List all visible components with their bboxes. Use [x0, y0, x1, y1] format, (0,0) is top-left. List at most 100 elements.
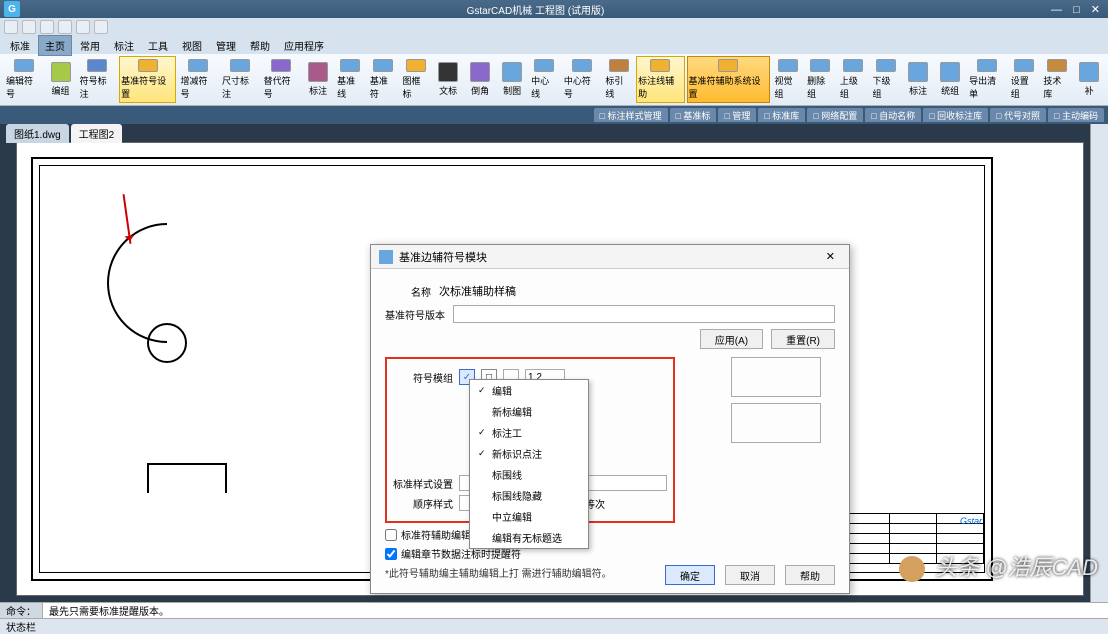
ribbon-标引线[interactable]: 标引线 [603, 56, 634, 103]
qat-open-icon[interactable] [22, 20, 36, 34]
check-icon: ✓ [478, 427, 488, 438]
filetab-图纸1.dwg[interactable]: 图纸1.dwg [6, 124, 69, 143]
ribbon-icon [14, 59, 34, 72]
ribbon-基准符[interactable]: 基准符 [368, 56, 399, 103]
ribbon-label: 标注 [309, 84, 327, 97]
menu-应用程序[interactable]: 应用程序 [278, 36, 330, 55]
ribbon-icon [810, 59, 830, 72]
subtab-主动编码[interactable]: □ 主动编码 [1048, 108, 1104, 122]
menu-主页[interactable]: 主页 [38, 35, 72, 56]
ribbon-icon [502, 62, 522, 82]
ribbon-icon [1047, 59, 1067, 72]
menu-帮助[interactable]: 帮助 [244, 36, 276, 55]
check-icon: ✓ [478, 385, 488, 396]
ribbon-中心线[interactable]: 中心线 [529, 56, 560, 103]
dropdown-item-新标编辑[interactable]: 新标编辑 [470, 401, 588, 422]
dropdown-item-编辑有无标题选[interactable]: 编辑有无标题选 [470, 527, 588, 548]
symbol-group-label: 符号模组 [393, 370, 453, 385]
ribbon-技术库[interactable]: 技术库 [1041, 56, 1072, 103]
close-button[interactable]: ✕ [1091, 4, 1100, 16]
ribbon-替代符号[interactable]: 替代符号 [262, 56, 302, 103]
ribbon-label: 标注线辅助 [638, 74, 682, 100]
menu-视图[interactable]: 视图 [176, 36, 208, 55]
command-line[interactable]: 命令： 最先只需要标准提醒版本。 [0, 602, 1108, 618]
ribbon-补[interactable]: 补 [1074, 56, 1104, 103]
ribbon-倒角[interactable]: 倒角 [465, 56, 495, 103]
right-panel[interactable] [1090, 124, 1108, 602]
ribbon-下级组[interactable]: 下级组 [871, 56, 902, 103]
check-remind[interactable] [385, 548, 397, 560]
ribbon-基准符号设置[interactable]: 基准符号设置 [119, 56, 176, 103]
ribbon-基准符辅助系统设置[interactable]: 基准符辅助系统设置 [687, 56, 771, 103]
ribbon-设置组[interactable]: 设置组 [1009, 56, 1040, 103]
ribbon-尺寸标注[interactable]: 尺寸标注 [220, 56, 260, 103]
qat-new-icon[interactable] [4, 20, 18, 34]
dialog-close-button[interactable]: ✕ [820, 248, 841, 265]
file-tabs: 图纸1.dwg工程图2 [6, 124, 122, 143]
ribbon-制图[interactable]: 制图 [497, 56, 527, 103]
subtab-网络配置[interactable]: □ 网络配置 [807, 108, 863, 122]
ribbon-符号标注[interactable]: 符号标注 [78, 56, 118, 103]
ribbon-标注[interactable]: 标注 [303, 56, 333, 103]
help-button[interactable]: 帮助 [785, 565, 835, 585]
dropdown-item-中立编辑[interactable]: 中立编辑 [470, 506, 588, 527]
ribbon-icon [373, 59, 393, 72]
qat-redo-icon[interactable] [76, 20, 90, 34]
menu-工具[interactable]: 工具 [142, 36, 174, 55]
menu-管理[interactable]: 管理 [210, 36, 242, 55]
dropdown-item-标围线[interactable]: 标围线 [470, 464, 588, 485]
ribbon-icon [87, 59, 107, 72]
ribbon-编辑符号[interactable]: 编辑符号 [4, 56, 44, 103]
maximize-button[interactable]: □ [1073, 4, 1080, 16]
version-label: 基准符号版本 [385, 307, 445, 322]
ribbon-中心符号[interactable]: 中心符号 [562, 56, 602, 103]
ribbon-icon [609, 59, 629, 72]
reset-button[interactable]: 重置(R) [771, 329, 835, 349]
version-input[interactable] [453, 305, 835, 323]
dropdown-item-标注工[interactable]: ✓标注工 [470, 422, 588, 443]
dropdown-item-标围线隐藏[interactable]: 标围线隐藏 [470, 485, 588, 506]
menu-bar: 标准主页常用标注工具视图管理帮助应用程序 [0, 36, 1108, 54]
dropdown-label: 新标识点注 [492, 446, 542, 461]
ribbon-增减符号[interactable]: 增减符号 [178, 56, 218, 103]
minimize-button[interactable]: — [1051, 4, 1062, 16]
ribbon-视觉组[interactable]: 视觉组 [772, 56, 803, 103]
ribbon-文标[interactable]: 文标 [433, 56, 463, 103]
ribbon-标注线辅助[interactable]: 标注线辅助 [636, 56, 684, 103]
ribbon-基准线[interactable]: 基准线 [335, 56, 366, 103]
subtab-标准库[interactable]: □ 标准库 [758, 108, 805, 122]
check-standard-code[interactable] [385, 529, 397, 541]
command-text[interactable]: 最先只需要标准提醒版本。 [43, 603, 1108, 618]
ribbon-导出清单[interactable]: 导出清单 [967, 56, 1007, 103]
ribbon-编组[interactable]: 编组 [46, 56, 76, 103]
menu-常用[interactable]: 常用 [74, 36, 106, 55]
subtab-管理[interactable]: □ 管理 [718, 108, 756, 122]
qat-print-icon[interactable] [94, 20, 108, 34]
qat-save-icon[interactable] [40, 20, 54, 34]
dropdown-item-新标识点注[interactable]: ✓新标识点注 [470, 443, 588, 464]
ok-button[interactable]: 确定 [665, 565, 715, 585]
ribbon-统组[interactable]: 统组 [935, 56, 965, 103]
ribbon-图框标[interactable]: 图框标 [400, 56, 431, 103]
ribbon-icon [778, 59, 798, 72]
subtab-自动名称[interactable]: □ 自动名称 [865, 108, 921, 122]
subtab-回收标注库[interactable]: □ 回收标注库 [923, 108, 988, 122]
subtab-代号对照[interactable]: □ 代号对照 [990, 108, 1046, 122]
qat-undo-icon[interactable] [58, 20, 72, 34]
filetab-工程图2[interactable]: 工程图2 [71, 124, 123, 143]
ribbon-label: 中心线 [531, 74, 558, 100]
subtab-标注样式管理[interactable]: □ 标注样式管理 [594, 108, 668, 122]
symbol-dropdown[interactable]: ✓编辑新标编辑✓标注工✓新标识点注标围线标围线隐藏中立编辑编辑有无标题选 [469, 379, 589, 549]
ribbon-标注[interactable]: 标注 [903, 56, 933, 103]
menu-标注[interactable]: 标注 [108, 36, 140, 55]
ribbon-icon [340, 59, 360, 72]
apply-button[interactable]: 应用(A) [700, 329, 763, 349]
ribbon-删除组[interactable]: 删除组 [805, 56, 836, 103]
dropdown-item-编辑[interactable]: ✓编辑 [470, 380, 588, 401]
subtab-基准标[interactable]: □ 基准标 [670, 108, 717, 122]
ribbon-label: 基准符号设置 [121, 74, 174, 100]
menu-标准[interactable]: 标准 [4, 36, 36, 55]
ribbon-上级组[interactable]: 上级组 [838, 56, 869, 103]
cancel-button[interactable]: 取消 [725, 565, 775, 585]
dialog-titlebar[interactable]: 基准边辅符号模块 ✕ [371, 245, 849, 269]
